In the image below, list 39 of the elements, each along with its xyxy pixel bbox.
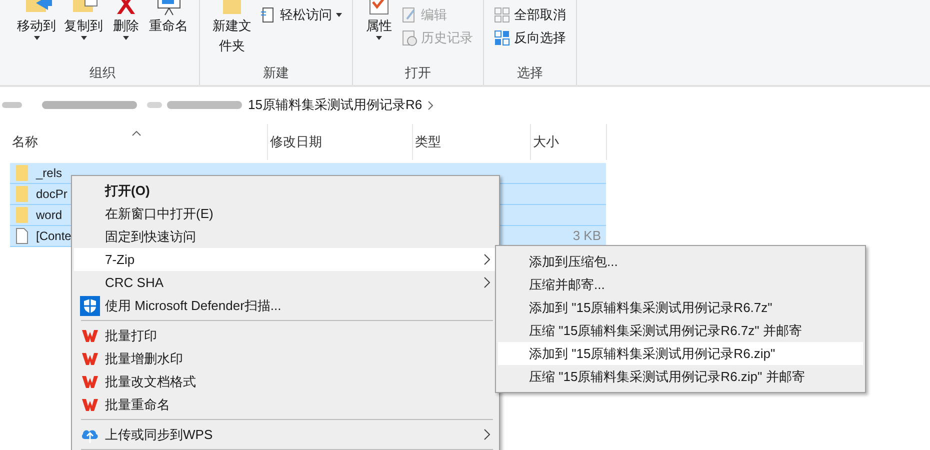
ribbon-button[interactable]: 反向选择 [494, 27, 566, 49]
group-label: 选择 [516, 64, 544, 82]
menu-item[interactable]: 批量打印 [74, 324, 497, 347]
ribbon-button[interactable]: 重命名 [148, 0, 189, 64]
group-label: 打开 [404, 64, 432, 82]
menu-item[interactable]: CRC SHA [74, 271, 497, 294]
ribbon-button[interactable]: 全部取消 [494, 4, 566, 26]
menu-item[interactable]: 批量改文档格式 [74, 370, 497, 393]
menu-item[interactable]: 批量重命名 [74, 393, 497, 416]
menu-item[interactable]: 在新窗口中打开(E) [74, 202, 497, 225]
menu-item[interactable]: 固定到快速访问 [74, 225, 497, 248]
ribbon-button[interactable]: 属性 [363, 0, 395, 64]
ribbon-button[interactable]: 复制到 [63, 0, 104, 64]
file-name: _rels [36, 165, 62, 182]
menu-item[interactable]: 压缩 "15原辅料集采测试用例记录R6.zip" 并邮寄 [498, 365, 863, 388]
group-label: 组织 [88, 64, 116, 82]
file-size: 3 KB [572, 227, 601, 246]
group-label: 新建 [262, 64, 290, 82]
file-name: docPr [36, 186, 68, 203]
menu-item[interactable]: 压缩 "15原辅料集采测试用例记录R6.7z" 并邮寄 [498, 319, 863, 342]
ribbon-button[interactable]: 轻松访问 [260, 4, 342, 26]
column-header[interactable]: 修改日期 [268, 124, 413, 160]
menu-item[interactable]: 添加到压缩包... [498, 250, 863, 273]
menu-item[interactable]: 7-Zip [74, 248, 497, 271]
file-name: word [36, 207, 62, 224]
ribbon-button[interactable]: 删除 [110, 0, 142, 64]
ribbon-button[interactable]: 新建文件夹 [210, 0, 254, 64]
breadcrumb-item[interactable]: 15原辅料集采测试用例记录R6 [248, 95, 422, 115]
file-name: [Conte [36, 228, 72, 245]
menu-item[interactable]: 使用 Microsoft Defender扫描... [74, 294, 497, 317]
column-header[interactable]: 大小 [531, 124, 607, 160]
column-header[interactable]: 名称 [10, 124, 268, 160]
column-header[interactable]: 类型 [413, 124, 531, 160]
menu-item[interactable]: 添加到 "15原辅料集采测试用例记录R6.7z" [498, 296, 863, 319]
menu-item[interactable]: 添加到 "15原辅料集采测试用例记录R6.zip" [498, 342, 863, 365]
ribbon-button[interactable]: 移动到 [16, 0, 57, 64]
menu-item[interactable]: 压缩并邮寄... [498, 273, 863, 296]
menu-item[interactable]: 上传或同步到WPS [74, 423, 497, 446]
menu-item[interactable]: 批量增删水印 [74, 347, 497, 370]
